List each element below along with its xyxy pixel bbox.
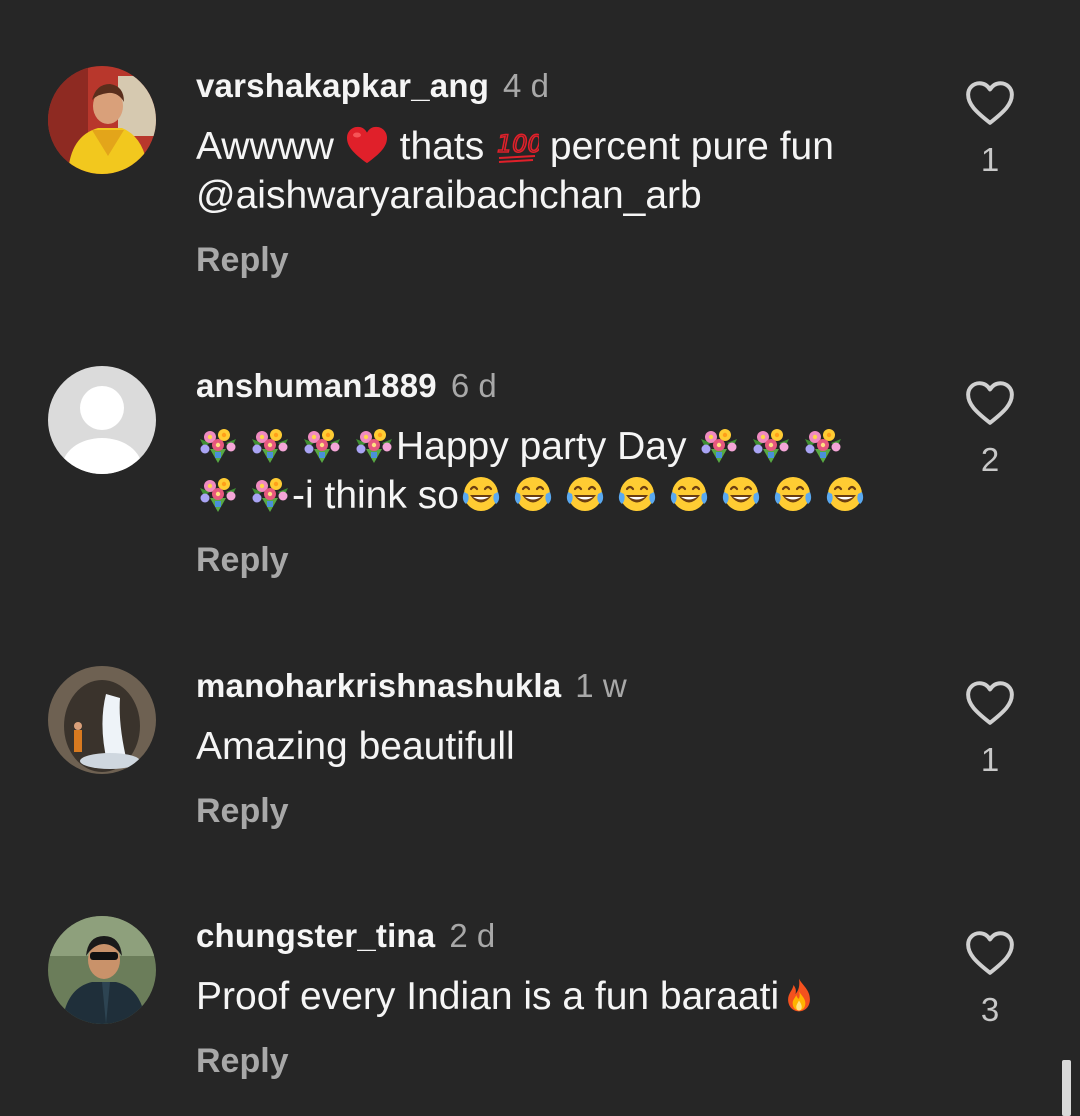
tears-of-joy-emoji-icon [459, 474, 503, 514]
like-count: 1 [980, 741, 1000, 778]
avatar[interactable] [48, 666, 156, 774]
avatar[interactable] [48, 366, 156, 474]
timestamp: 1 w [575, 667, 627, 704]
avatar[interactable] [48, 66, 156, 174]
comment-text: Proof every Indian is a fun baraati [196, 972, 926, 1021]
like-button[interactable]: 2 [962, 380, 1018, 480]
comment-text-part: Proof every Indian is a fun baraati [196, 975, 780, 1018]
fire-emoji-icon [779, 975, 819, 1015]
comment-text: Awwww thats percent pure fun @aishwaryar… [196, 122, 926, 220]
tears-of-joy-emoji-icon [771, 474, 815, 514]
like-count: 2 [980, 441, 1000, 478]
heart-outline-icon[interactable] [965, 80, 1015, 126]
username[interactable]: anshuman1889 [196, 367, 437, 404]
username[interactable]: chungster_tina [196, 917, 435, 954]
like-button[interactable]: 1 [962, 680, 1018, 780]
comment-text-part: thats [388, 125, 496, 168]
hundred-points-emoji-icon [495, 125, 539, 165]
username[interactable]: manoharkrishnashukla [196, 667, 561, 704]
red-heart-emoji-icon [345, 125, 389, 165]
comment-text-part: percent pure fun [539, 125, 834, 168]
comment-text: Happy party Day -i think so [196, 422, 926, 520]
like-count: 1 [980, 141, 1000, 178]
bouquet-emoji-icon [196, 425, 240, 465]
bouquet-emoji-icon [749, 425, 793, 465]
scrollbar[interactable] [1062, 1060, 1071, 1116]
like-button[interactable]: 3 [962, 930, 1018, 1030]
bouquet-emoji-icon [352, 425, 396, 465]
heart-outline-icon[interactable] [965, 930, 1015, 976]
like-button[interactable]: 1 [962, 80, 1018, 180]
bouquet-emoji-icon [248, 474, 292, 514]
heart-outline-icon[interactable] [965, 680, 1015, 726]
heart-outline-icon[interactable] [965, 380, 1015, 426]
comment-meta: varshakapkar_ang 4 d [196, 66, 549, 106]
bouquet-emoji-icon [300, 425, 344, 465]
reply-button[interactable]: Reply [196, 540, 289, 580]
comment-text-part: -i think so [292, 474, 459, 517]
tears-of-joy-emoji-icon [563, 474, 607, 514]
reply-button[interactable]: Reply [196, 791, 289, 831]
timestamp: 2 d [449, 917, 496, 954]
reply-button[interactable]: Reply [196, 240, 289, 280]
like-count: 3 [980, 991, 1000, 1028]
comment-text-part: Awwww [196, 125, 345, 168]
tears-of-joy-emoji-icon [823, 474, 867, 514]
tears-of-joy-emoji-icon [667, 474, 711, 514]
timestamp: 4 d [503, 67, 549, 104]
tears-of-joy-emoji-icon [615, 474, 659, 514]
username[interactable]: varshakapkar_ang [196, 67, 489, 104]
comment-meta: anshuman1889 6 d [196, 366, 497, 406]
comment-text: Amazing beautifull [196, 725, 515, 768]
avatar[interactable] [48, 916, 156, 1024]
reply-button[interactable]: Reply [196, 1041, 289, 1081]
comment-meta: manoharkrishnashukla 1 w [196, 666, 627, 706]
timestamp: 6 d [450, 367, 497, 404]
bouquet-emoji-icon [801, 425, 845, 465]
bouquet-emoji-icon [196, 474, 240, 514]
comment-text-part: Happy party Day [396, 425, 698, 468]
tears-of-joy-emoji-icon [719, 474, 763, 514]
comment-meta: chungster_tina 2 d [196, 916, 495, 956]
tears-of-joy-emoji-icon [511, 474, 555, 514]
mention-link[interactable]: @aishwaryaraibachchan_arb [196, 174, 702, 217]
bouquet-emoji-icon [248, 425, 292, 465]
bouquet-emoji-icon [697, 425, 741, 465]
